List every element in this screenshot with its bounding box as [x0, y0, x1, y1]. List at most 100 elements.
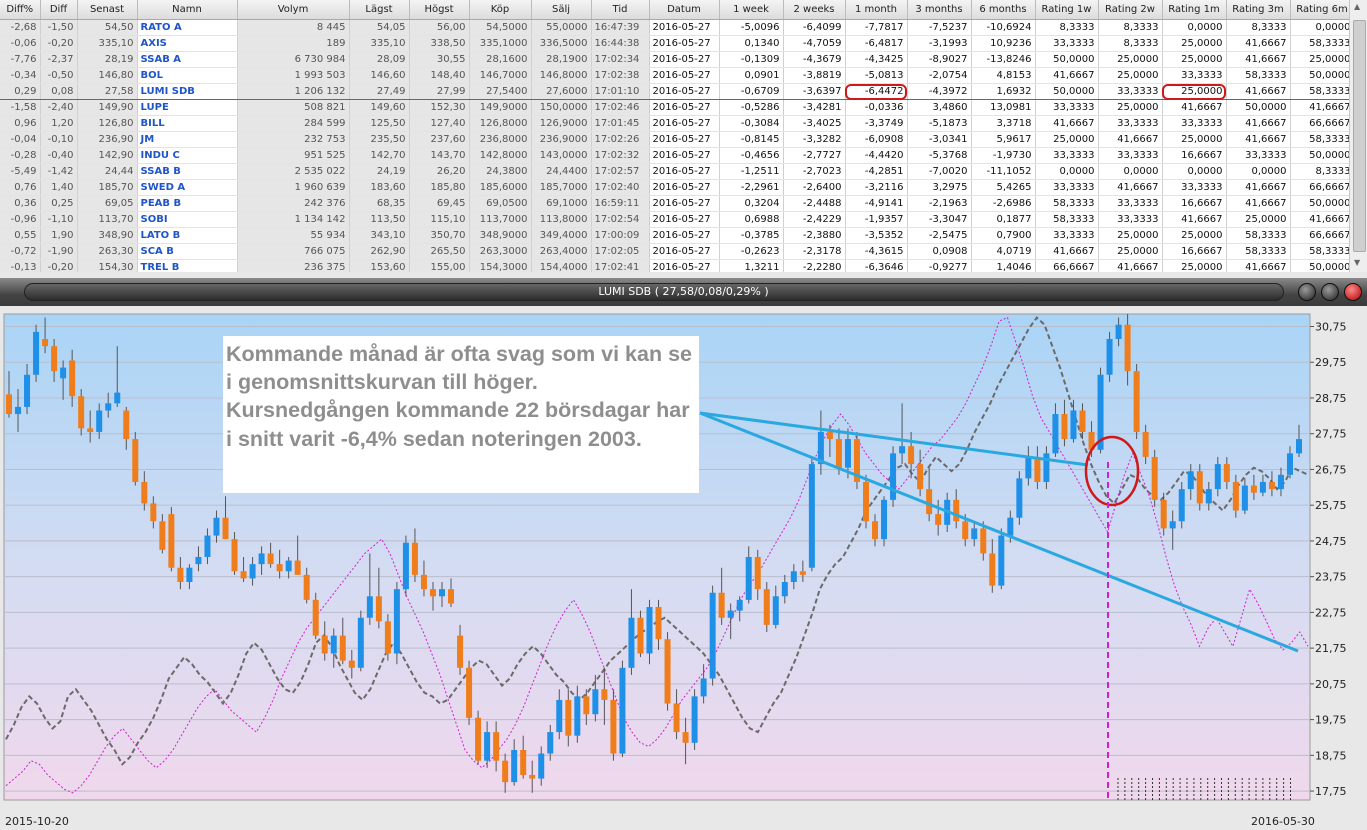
- column-header[interactable]: Volym: [237, 0, 350, 20]
- table-scrollbar[interactable]: ▲ ▼: [1349, 0, 1367, 272]
- scrollbar-thumb[interactable]: [1353, 20, 1366, 252]
- table-cell: -0,28: [0, 147, 41, 164]
- table-row[interactable]: 0,96 1,20 126,80 BILL 284 599 125,50 127,40 126…: [0, 115, 1349, 132]
- table-row[interactable]: -0,96 -1,10 113,70 SOBI 1 134 142 113,50 115,1…: [0, 211, 1349, 228]
- column-header[interactable]: Lägst: [349, 0, 410, 20]
- table-cell: -0,50: [40, 67, 78, 84]
- table-cell: -7,7817: [845, 19, 908, 36]
- table-row[interactable]: -7,76 -2,37 28,19 SSAB A6 730 984 28,09 30,55…: [0, 51, 1349, 68]
- y-tick-label: 26,75: [1315, 463, 1347, 476]
- table-cell: -2,6400: [783, 179, 846, 196]
- table-row[interactable]: 0,29 0,08 27,58 LUMI SDB 1 206 132 27,49 27,99…: [0, 83, 1349, 100]
- candle-up: [1187, 471, 1194, 490]
- table-row[interactable]: -5,49 -1,42 24,44 SSAB B2 535 022 24,19 26,20…: [0, 163, 1349, 180]
- column-header[interactable]: Högst: [409, 0, 470, 20]
- table-row[interactable]: -1,58 -2,40 149,90 LUPE 508 821 149,60 152,30 1…: [0, 99, 1349, 116]
- table-cell: 1,90: [40, 227, 78, 244]
- table-cell: 33,3333: [1226, 147, 1291, 164]
- table-cell: 0,0000: [1035, 163, 1099, 180]
- column-header[interactable]: Rating 6m: [1290, 0, 1349, 20]
- table-cell: 0,55: [0, 227, 41, 244]
- table-cell: 66,6667: [1290, 227, 1349, 244]
- minimize-icon[interactable]: [1298, 283, 1316, 301]
- table-cell: 0,08: [40, 83, 78, 100]
- candle-down: [429, 589, 436, 597]
- column-header[interactable]: Köp: [469, 0, 532, 20]
- table-cell: 149,9000: [469, 99, 532, 116]
- table-cell: -3,1993: [907, 35, 972, 52]
- y-tick-label: 22,75: [1315, 606, 1347, 619]
- table-row[interactable]: -0,13 -0,20 154,30 TREL B 236 375 153,60 155,0…: [0, 259, 1349, 272]
- column-header[interactable]: Diff: [40, 0, 78, 20]
- table-cell: 235,50: [349, 131, 410, 148]
- table-row[interactable]: 0,76 1,40 185,70 SWED A1 960 639 183,60 185,8…: [0, 179, 1349, 196]
- column-header[interactable]: Diff%: [0, 0, 41, 20]
- table-row[interactable]: -0,72 -1,90 263,30 SCA B 766 075 262,90 265,50…: [0, 243, 1349, 260]
- column-header[interactable]: 1 week: [719, 0, 784, 20]
- column-header[interactable]: Tid: [591, 0, 650, 20]
- table-row[interactable]: -0,06 -0,20 335,10 AXIS 189 335,10 338,50 335,1…: [0, 35, 1349, 52]
- y-tick-label: 20,75: [1315, 678, 1347, 691]
- table-row[interactable]: -0,28 -0,40 142,90 INDU C 951 525 142,70 143,7…: [0, 147, 1349, 164]
- table-cell: 335,10: [77, 35, 138, 52]
- table-cell: 54,05: [349, 19, 410, 36]
- table-cell: 125,50: [349, 115, 410, 132]
- maximize-icon[interactable]: [1321, 283, 1339, 301]
- table-row[interactable]: 0,55 1,90 348,90 LATO B 55 934 343,10 350,70 34…: [0, 227, 1349, 244]
- table-cell: 54,50: [77, 19, 138, 36]
- scroll-up-arrow-icon[interactable]: ▲: [1354, 2, 1360, 11]
- column-header[interactable]: 1 month: [845, 0, 908, 20]
- column-header[interactable]: Datum: [649, 0, 720, 20]
- column-header[interactable]: 2 weeks: [783, 0, 846, 20]
- table-cell: 16,6667: [1162, 147, 1227, 164]
- table-cell: 1 206 132: [237, 83, 350, 100]
- column-header[interactable]: Senast: [77, 0, 138, 20]
- column-header[interactable]: 3 months: [907, 0, 972, 20]
- candle-down: [475, 717, 482, 761]
- column-header[interactable]: 6 months: [971, 0, 1036, 20]
- table-cell: 143,0000: [531, 147, 592, 164]
- table-cell: 236,8000: [469, 131, 532, 148]
- close-icon[interactable]: [1344, 283, 1362, 301]
- table-row[interactable]: 0,36 0,25 69,05 PEAB B 242 376 68,35 69,45 69,0…: [0, 195, 1349, 212]
- table-cell: 183,60: [349, 179, 410, 196]
- column-header[interactable]: Namn: [137, 0, 238, 20]
- table-cell: 33,3333: [1098, 115, 1163, 132]
- candle-down: [601, 689, 608, 700]
- table-cell: 27,6000: [531, 83, 592, 100]
- table-cell: 17:00:09: [591, 227, 650, 244]
- y-tick-label: 19,75: [1315, 714, 1347, 727]
- table-cell: -7,5237: [907, 19, 972, 36]
- table-cell: 146,8000: [531, 67, 592, 84]
- table-cell: 69,0500: [469, 195, 532, 212]
- column-header[interactable]: Rating 1w: [1035, 0, 1099, 20]
- candle-up: [285, 560, 292, 572]
- table-cell: 154,3000: [469, 259, 532, 272]
- table-cell: 33,3333: [1162, 179, 1227, 196]
- table-cell: 25,0000: [1098, 99, 1163, 116]
- table-cell: -3,5352: [845, 227, 908, 244]
- table-row[interactable]: -2,68 -1,50 54,50 RATO A8 445 54,05 56,00 54,5…: [0, 19, 1349, 36]
- table-cell: 3,2975: [907, 179, 972, 196]
- column-header[interactable]: Rating 1m: [1162, 0, 1227, 20]
- table-cell: 28,1900: [531, 51, 592, 68]
- table-cell: 2016-05-27: [649, 163, 720, 180]
- table-row[interactable]: -0,04 -0,10 236,90 JM 232 753 235,50 237,60 236…: [0, 131, 1349, 148]
- table-cell: 262,90: [349, 243, 410, 260]
- candle-down: [1034, 456, 1041, 482]
- column-header[interactable]: Sälj: [531, 0, 592, 20]
- table-cell: 154,30: [77, 259, 138, 272]
- table-cell: 8,3333: [1035, 19, 1099, 36]
- table-row[interactable]: -0,34 -0,50 146,80 BOL 1 993 503 146,60 148,40…: [0, 67, 1349, 84]
- candle-up: [511, 749, 518, 783]
- table-cell: 8 445: [237, 19, 350, 36]
- table-cell: 41,6667: [1098, 131, 1163, 148]
- column-header[interactable]: Rating 3m: [1226, 0, 1291, 20]
- table-cell: 41,6667: [1226, 195, 1291, 212]
- column-header[interactable]: Rating 2w: [1098, 0, 1163, 20]
- table-cell: -0,3084: [719, 115, 784, 132]
- table-cell: -2,5475: [907, 227, 972, 244]
- scroll-down-arrow-icon[interactable]: ▼: [1354, 258, 1360, 267]
- table-cell: 0,1877: [971, 211, 1036, 228]
- table-cell: 25,0000: [1162, 35, 1227, 52]
